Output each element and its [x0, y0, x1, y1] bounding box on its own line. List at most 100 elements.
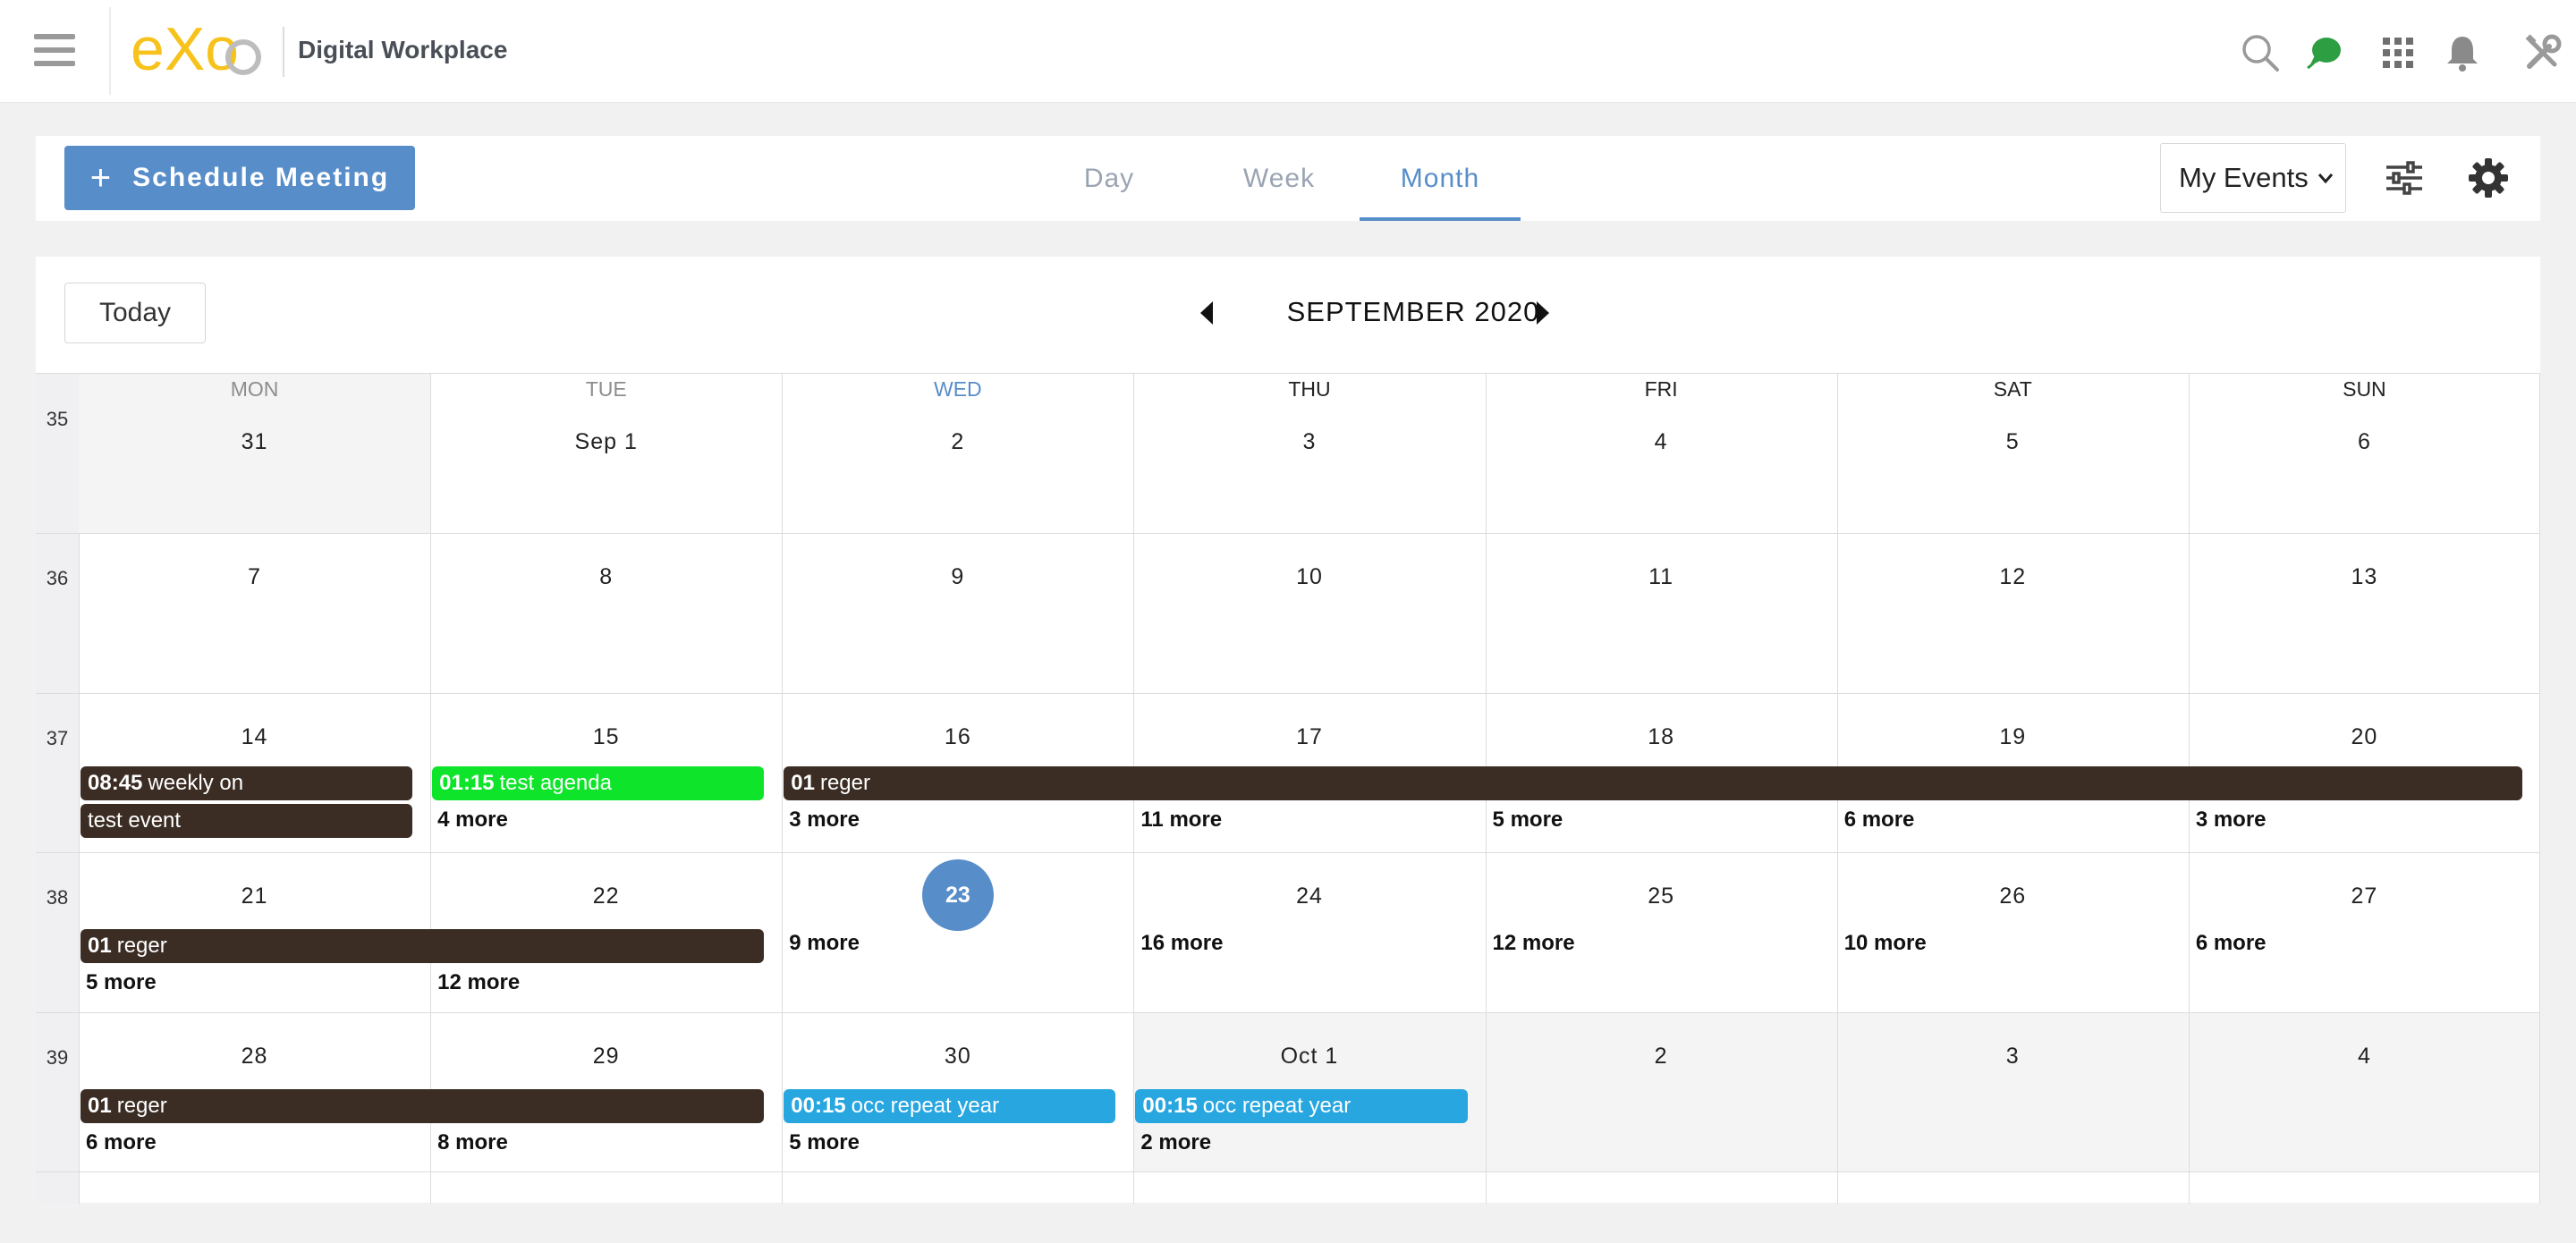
gear-icon[interactable]	[2467, 156, 2510, 199]
today-button[interactable]: Today	[64, 283, 206, 343]
date-number[interactable]: 10	[1133, 564, 1485, 590]
next-month-arrow[interactable]	[1531, 300, 1555, 326]
date-number[interactable]: 24	[1133, 884, 1485, 909]
event-title: test event	[88, 808, 182, 833]
event-title: reger	[116, 1093, 167, 1118]
more-events-link[interactable]: 2 more	[1140, 1130, 1211, 1155]
date-number[interactable]: 27	[2189, 884, 2540, 909]
date-number[interactable]: 6	[2189, 429, 2540, 455]
row-divider	[36, 1011, 2540, 1013]
event-time: 01	[88, 1093, 112, 1118]
month-grid: MON TUE WED THU FRI SAT SUN 35 31 Sep 1 2 3 4 5 6 36 7 8 9…	[36, 373, 2540, 1204]
date-number[interactable]: 31	[79, 429, 430, 455]
date-number[interactable]: 7	[79, 564, 430, 590]
calendar-toolbar: + Schedule Meeting Day Week Month My Eve…	[36, 136, 2540, 221]
date-number[interactable]: 25	[1486, 884, 1837, 909]
previous-month-arrow[interactable]	[1195, 300, 1218, 326]
more-events-link[interactable]: 5 more	[789, 1130, 860, 1155]
date-number[interactable]: 17	[1133, 724, 1485, 750]
more-events-link[interactable]: 3 more	[789, 808, 860, 833]
out-of-month-cell	[1836, 1011, 2189, 1171]
calendar-event[interactable]: 01 reger	[80, 1088, 765, 1123]
calendar-event[interactable]: 01:15 test agenda	[432, 765, 765, 800]
calendar-event[interactable]: 00:15 occ repeat year	[1135, 1088, 1468, 1123]
calendar-event[interactable]: 08:45 weekly on	[80, 765, 413, 800]
filter-settings-icon[interactable]	[2383, 156, 2426, 199]
row-divider	[36, 852, 2540, 854]
calendar-event[interactable]: 00:15 occ repeat year	[784, 1088, 1116, 1123]
tab-week[interactable]: Week	[1225, 136, 1333, 221]
date-number[interactable]: 11	[1486, 564, 1837, 590]
more-events-link[interactable]: 8 more	[437, 1130, 508, 1155]
search-icon[interactable]	[2240, 32, 2281, 73]
exo-logo[interactable]: eXo	[131, 18, 265, 82]
calendar-event[interactable]: 01 reger	[784, 765, 2522, 800]
date-number[interactable]: 12	[1837, 564, 2189, 590]
date-number[interactable]: 19	[1837, 724, 2189, 750]
date-number[interactable]: 4	[1486, 429, 1837, 455]
date-number[interactable]: Sep 1	[430, 429, 782, 455]
date-number[interactable]: 2	[1486, 1044, 1837, 1070]
date-number[interactable]: 9	[782, 564, 1133, 590]
date-number[interactable]: 3	[1133, 429, 1485, 455]
date-number[interactable]: 30	[782, 1044, 1133, 1070]
date-number[interactable]: Oct 1	[1133, 1044, 1485, 1070]
event-title: weekly on	[148, 770, 244, 795]
date-number[interactable]: 13	[2189, 564, 2540, 590]
event-time: 01	[88, 934, 112, 959]
date-number[interactable]: 15	[430, 724, 782, 750]
events-filter-select[interactable]: My Events	[2160, 143, 2346, 213]
date-number[interactable]: 28	[79, 1044, 430, 1070]
more-events-link[interactable]: 12 more	[437, 970, 520, 995]
more-events-link[interactable]: 11 more	[1140, 808, 1222, 833]
top-navigation-bar: eXo Digital Workplace	[0, 0, 2576, 103]
schedule-meeting-label: Schedule Meeting	[132, 163, 390, 192]
week-number: 37	[46, 726, 69, 749]
today-date-marker[interactable]: 23	[921, 859, 994, 932]
more-events-link[interactable]: 3 more	[2196, 808, 2267, 833]
date-number[interactable]: 14	[79, 724, 430, 750]
schedule-meeting-button[interactable]: + Schedule Meeting	[64, 146, 415, 210]
more-events-link[interactable]: 4 more	[437, 808, 508, 833]
event-time: 00:15	[1142, 1093, 1198, 1118]
more-events-link[interactable]: 12 more	[1493, 931, 1575, 956]
date-number[interactable]: 26	[1837, 884, 2189, 909]
more-events-link[interactable]: 5 more	[1493, 808, 1563, 833]
tab-month[interactable]: Month	[1360, 136, 1521, 221]
more-events-link[interactable]: 9 more	[789, 931, 860, 956]
more-events-link[interactable]: 6 more	[1844, 808, 1915, 833]
event-time: 01	[791, 770, 815, 795]
events-filter-value: My Events	[2179, 162, 2309, 193]
date-number[interactable]: 3	[1837, 1044, 2189, 1070]
menu-icon[interactable]	[34, 34, 75, 70]
week-number: 39	[46, 1045, 69, 1069]
date-number[interactable]: 4	[2189, 1044, 2540, 1070]
date-number[interactable]: 8	[430, 564, 782, 590]
apps-icon[interactable]	[2377, 32, 2419, 73]
tools-icon[interactable]	[2522, 32, 2563, 73]
row-divider	[36, 533, 2540, 535]
date-number[interactable]: 20	[2189, 724, 2540, 750]
more-events-link[interactable]: 6 more	[2196, 931, 2267, 956]
date-number[interactable]: 16	[782, 724, 1133, 750]
out-of-month-cell	[1485, 1011, 1837, 1171]
date-number[interactable]: 18	[1486, 724, 1837, 750]
divider	[109, 7, 111, 95]
tab-day[interactable]: Day	[1055, 136, 1163, 221]
more-events-link[interactable]: 16 more	[1140, 931, 1223, 956]
more-events-link[interactable]: 10 more	[1844, 931, 1927, 956]
calendar-event[interactable]: 01 reger	[80, 929, 765, 964]
bell-icon[interactable]	[2442, 32, 2483, 73]
event-title: reger	[116, 934, 167, 959]
more-events-link[interactable]: 6 more	[86, 1130, 157, 1155]
svg-text:eXo: eXo	[131, 18, 239, 82]
calendar-event[interactable]: test event	[80, 803, 413, 838]
day-header-sun: SUN	[2343, 377, 2386, 401]
date-number[interactable]: 21	[79, 884, 430, 909]
chat-icon[interactable]	[2304, 32, 2345, 73]
date-number[interactable]: 22	[430, 884, 782, 909]
date-number[interactable]: 2	[782, 429, 1133, 455]
more-events-link[interactable]: 5 more	[86, 970, 157, 995]
date-number[interactable]: 5	[1837, 429, 2189, 455]
date-number[interactable]: 29	[430, 1044, 782, 1070]
